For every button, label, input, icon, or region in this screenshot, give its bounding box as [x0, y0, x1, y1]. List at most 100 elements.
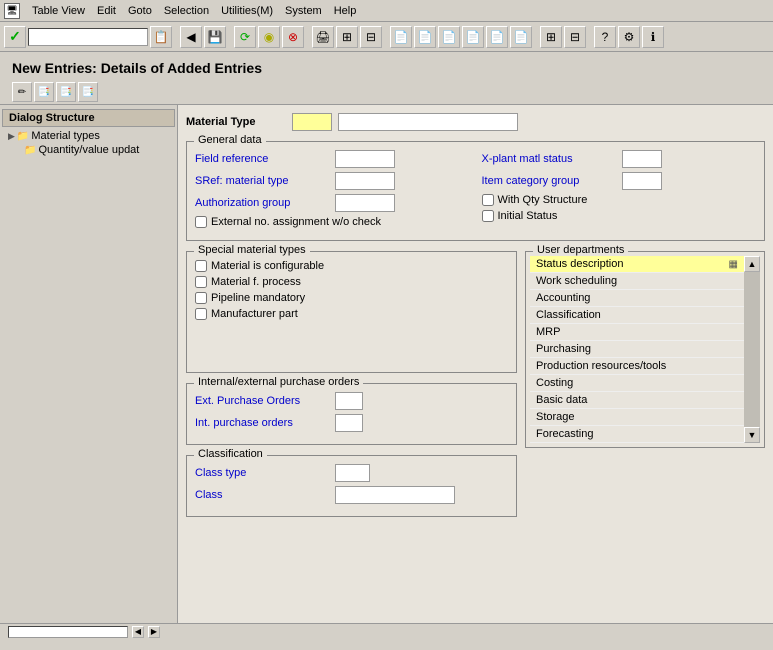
int-purchase-input[interactable] [335, 414, 363, 432]
dept-item-6[interactable]: Production resources/tools [530, 358, 744, 375]
copy4[interactable]: 📄 [462, 26, 484, 48]
scroll-up[interactable]: ▲ [744, 256, 760, 272]
menu-bar: 🖥 Table View Edit Goto Selection Utiliti… [0, 0, 773, 22]
class-input[interactable] [335, 486, 455, 504]
grid1[interactable]: ⊞ [540, 26, 562, 48]
find-next[interactable]: ⊟ [360, 26, 382, 48]
menu-help[interactable]: Help [328, 4, 363, 18]
xplant-row: X-plant matl status [482, 150, 757, 168]
dept-item-7[interactable]: Costing [530, 375, 744, 392]
class-row: Class [195, 486, 508, 504]
with-qty-checkbox[interactable] [482, 194, 494, 206]
dept-item-2[interactable]: Accounting [530, 290, 744, 307]
item-cat-input[interactable] [622, 172, 662, 190]
auth-group-input[interactable] [335, 194, 395, 212]
xplant-label: X-plant matl status [482, 153, 622, 165]
menu-selection[interactable]: Selection [158, 4, 215, 18]
copy2[interactable]: 📄 [414, 26, 436, 48]
dept-item-1[interactable]: Work scheduling [530, 273, 744, 290]
nav-first[interactable]: ⟳ [234, 26, 256, 48]
dept-item-5[interactable]: Purchasing [530, 341, 744, 358]
ext-purchase-row: Ext. Purchase Orders [195, 392, 508, 410]
class-type-row: Class type [195, 464, 508, 482]
status-scroll-left[interactable]: ◀ [132, 626, 144, 638]
dept-item-9[interactable]: Storage [530, 409, 744, 426]
save-button[interactable]: 💾 [204, 26, 226, 48]
print-button[interactable]: 🖨 [312, 26, 334, 48]
internal-external-title: Internal/external purchase orders [194, 376, 363, 388]
classification-title: Classification [194, 448, 267, 460]
auth-group-row: Authorization group [195, 194, 470, 212]
material-type-label: Material Type [186, 116, 286, 128]
folder-icon-2: 📁 [24, 145, 36, 156]
sref-row: SRef: material type [195, 172, 470, 190]
settings-btn[interactable]: ⚙ [618, 26, 640, 48]
field-reference-input[interactable] [335, 150, 395, 168]
copy3[interactable]: 📄 [438, 26, 460, 48]
material-type-input-desc[interactable] [338, 113, 518, 131]
scroll-down[interactable]: ▼ [744, 427, 760, 443]
material-type-input-code[interactable] [292, 113, 332, 131]
info-btn[interactable]: ℹ [642, 26, 664, 48]
with-qty-label: With Qty Structure [498, 194, 588, 206]
copy5[interactable]: 📄 [486, 26, 508, 48]
check-button[interactable]: ✓ [4, 26, 26, 48]
nav-stop[interactable]: ⊗ [282, 26, 304, 48]
app-icon: 🖥 [4, 3, 20, 19]
pipeline-row: Pipeline mandatory [195, 292, 508, 304]
dept-item-4[interactable]: MRP [530, 324, 744, 341]
manufacturer-label: Manufacturer part [211, 308, 298, 320]
initial-status-label: Initial Status [498, 210, 558, 222]
menu-edit[interactable]: Edit [91, 4, 122, 18]
general-data-section: General data Field reference SRef: mater… [186, 141, 765, 241]
classification-section: Classification Class type Class [186, 455, 517, 517]
class-label: Class [195, 489, 335, 501]
xplant-input[interactable] [622, 150, 662, 168]
sidebar-label-material-types: Material types [31, 130, 99, 142]
copy1[interactable]: 📄 [390, 26, 412, 48]
sidebar-item-quantity-value[interactable]: 📁 Quantity/value updat [0, 143, 177, 157]
initial-status-row: Initial Status [482, 210, 757, 222]
sub-btn3[interactable]: 📑 [56, 82, 76, 102]
pipeline-checkbox[interactable] [195, 292, 207, 304]
initial-status-checkbox[interactable] [482, 210, 494, 222]
input-icon[interactable]: 📋 [150, 26, 172, 48]
grid2[interactable]: ⊟ [564, 26, 586, 48]
process-checkbox[interactable] [195, 276, 207, 288]
item-cat-label: Item category group [482, 175, 622, 187]
dept-item-3[interactable]: Classification [530, 307, 744, 324]
sub-btn4[interactable]: 📑 [78, 82, 98, 102]
menu-table-view[interactable]: Table View [26, 4, 91, 18]
user-dept-title: User departments [533, 244, 628, 256]
special-types-title: Special material types [194, 244, 310, 256]
pipeline-label: Pipeline mandatory [211, 292, 305, 304]
ext-purchase-input[interactable] [335, 392, 363, 410]
menu-system[interactable]: System [279, 4, 328, 18]
command-input[interactable] [28, 28, 148, 46]
menu-utilities[interactable]: Utilities(M) [215, 4, 279, 18]
dept-scrollbar: ▲ ▼ [744, 256, 760, 443]
configurable-checkbox[interactable] [195, 260, 207, 272]
sub-btn1[interactable]: ✏ [12, 82, 32, 102]
expand-arrow: ▶ [8, 131, 15, 142]
nav-prev[interactable]: ◉ [258, 26, 280, 48]
find-button[interactable]: ⊞ [336, 26, 358, 48]
nav-back[interactable]: ◀ [180, 26, 202, 48]
sidebar-item-material-types[interactable]: ▶ 📁 Material types [0, 129, 177, 143]
dept-item-0[interactable]: Status description ▦ [530, 256, 744, 273]
external-no-checkbox[interactable] [195, 216, 207, 228]
class-type-input[interactable] [335, 464, 370, 482]
sref-input[interactable] [335, 172, 395, 190]
user-departments-section: User departments Status description ▦ Wo… [525, 241, 765, 517]
manufacturer-checkbox[interactable] [195, 308, 207, 320]
dept-item-8[interactable]: Basic data [530, 392, 744, 409]
ext-purchase-label: Ext. Purchase Orders [195, 395, 335, 407]
menu-goto[interactable]: Goto [122, 4, 158, 18]
status-scroll-right[interactable]: ▶ [148, 626, 160, 638]
help-btn[interactable]: ? [594, 26, 616, 48]
configurable-label: Material is configurable [211, 260, 324, 272]
copy6[interactable]: 📄 [510, 26, 532, 48]
sub-toolbar: ✏ 📑 📑 📑 [0, 80, 773, 105]
dept-item-10[interactable]: Forecasting [530, 426, 744, 443]
sub-btn2[interactable]: 📑 [34, 82, 54, 102]
